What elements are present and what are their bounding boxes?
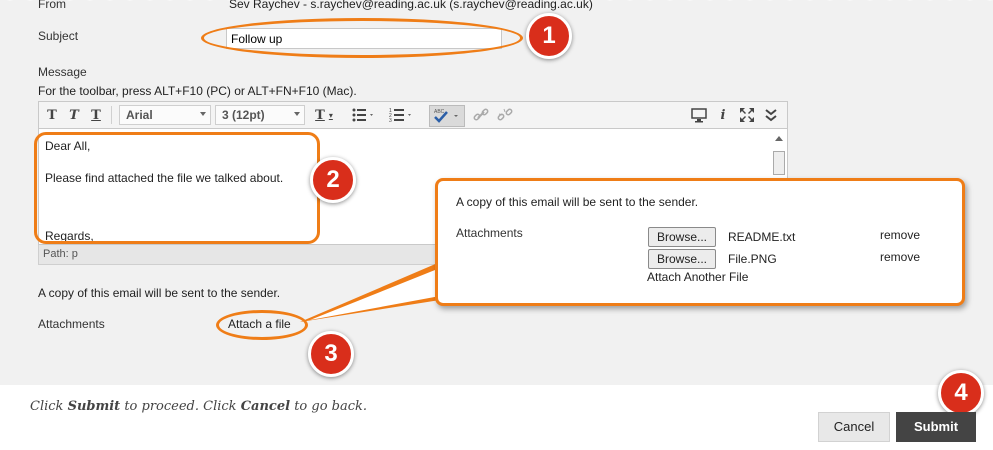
font-size-value: 3 (12pt) bbox=[222, 108, 265, 122]
preview-button[interactable] bbox=[689, 105, 709, 125]
hint-text: to proceed. Click bbox=[120, 399, 241, 414]
from-label: From bbox=[38, 0, 66, 11]
font-family-value: Arial bbox=[126, 108, 153, 122]
attachment-filename: README.txt bbox=[728, 230, 796, 244]
hint-text: to go back. bbox=[290, 399, 368, 414]
path-label: Path: bbox=[43, 248, 69, 260]
font-family-select[interactable]: Arial bbox=[119, 105, 211, 125]
remove-attachment-link[interactable]: remove bbox=[880, 250, 920, 264]
monitor-icon bbox=[691, 108, 707, 123]
collapse-toolbar-button[interactable] bbox=[761, 105, 781, 125]
info-button[interactable]: i bbox=[713, 105, 733, 125]
text-color-icon: T bbox=[315, 107, 325, 123]
svg-text:3: 3 bbox=[389, 118, 392, 123]
cancel-button[interactable]: Cancel bbox=[818, 412, 890, 442]
submit-button[interactable]: Submit bbox=[896, 412, 976, 442]
toolbar-divider bbox=[111, 106, 112, 124]
font-size-select[interactable]: 3 (12pt) bbox=[215, 105, 305, 125]
hint-text: Click bbox=[30, 399, 68, 414]
browse-button[interactable]: Browse... bbox=[648, 227, 717, 247]
svg-text:ABC: ABC bbox=[434, 109, 445, 115]
step-badge-3: 3 bbox=[308, 331, 354, 377]
italic-icon: T bbox=[69, 107, 79, 123]
unlink-icon bbox=[497, 108, 513, 121]
numbered-list-icon: 123 bbox=[389, 108, 411, 123]
italic-button[interactable]: T bbox=[65, 105, 83, 125]
panel-copy-notice: A copy of this email will be sent to the… bbox=[456, 195, 699, 209]
spellcheck-button[interactable]: ABC bbox=[429, 105, 465, 127]
text-color-button[interactable]: T ▾ bbox=[311, 105, 337, 125]
browse-button[interactable]: Browse... bbox=[648, 249, 717, 269]
step-badge-1: 1 bbox=[526, 13, 572, 59]
underline-icon: T bbox=[91, 107, 101, 123]
step-badge-4: 4 bbox=[938, 370, 984, 416]
editor-scrollbar[interactable] bbox=[773, 151, 785, 175]
bullet-list-button[interactable] bbox=[349, 105, 377, 125]
remove-attachment-link[interactable]: remove bbox=[880, 228, 920, 242]
link-button[interactable] bbox=[471, 105, 491, 125]
path-value: p bbox=[71, 248, 78, 260]
chevron-down-icon bbox=[294, 112, 300, 116]
unlink-button[interactable] bbox=[495, 105, 515, 125]
subject-highlight-ring bbox=[201, 18, 523, 58]
underline-button[interactable]: T bbox=[87, 105, 105, 125]
attach-another-file-link[interactable]: Attach Another File bbox=[647, 270, 748, 284]
bold-icon: T bbox=[47, 107, 57, 123]
attachments-callout-panel: A copy of this email will be sent to the… bbox=[435, 178, 965, 306]
attachments-label: Attachments bbox=[38, 317, 105, 331]
footer-hint: Click Submit to proceed. Click Cancel to… bbox=[30, 399, 367, 414]
chevron-down-icon: ▾ bbox=[328, 110, 333, 120]
editor-toolbar: T T T Arial 3 (12pt) T ▾ 123 ABC i bbox=[38, 101, 788, 129]
chevron-down-icon bbox=[200, 112, 206, 116]
expand-icon bbox=[740, 108, 754, 122]
message-label: Message bbox=[38, 65, 87, 79]
bullet-list-icon bbox=[352, 108, 373, 122]
spellcheck-icon: ABC bbox=[434, 109, 458, 123]
from-value: Sev Raychev - s.raychev@reading.ac.uk (s… bbox=[229, 0, 593, 11]
subject-label: Subject bbox=[38, 29, 79, 43]
attach-highlight-ring bbox=[216, 310, 308, 340]
double-chevron-icon bbox=[765, 109, 777, 122]
hint-submit-word: Submit bbox=[67, 399, 121, 414]
message-highlight-ring bbox=[34, 132, 320, 244]
info-icon: i bbox=[720, 107, 726, 123]
copy-notice: A copy of this email will be sent to the… bbox=[38, 286, 281, 300]
step-badge-2: 2 bbox=[310, 157, 356, 203]
link-icon bbox=[473, 108, 489, 121]
bold-button[interactable]: T bbox=[43, 105, 61, 125]
fullscreen-button[interactable] bbox=[737, 105, 757, 125]
hint-cancel-word: Cancel bbox=[240, 399, 291, 414]
toolbar-hint: For the toolbar, press ALT+F10 (PC) or A… bbox=[38, 84, 357, 98]
scroll-up-icon[interactable] bbox=[775, 136, 783, 141]
numbered-list-button[interactable]: 123 bbox=[387, 105, 415, 125]
panel-attachments-label: Attachments bbox=[456, 226, 523, 240]
attachment-filename: File.PNG bbox=[728, 252, 777, 266]
